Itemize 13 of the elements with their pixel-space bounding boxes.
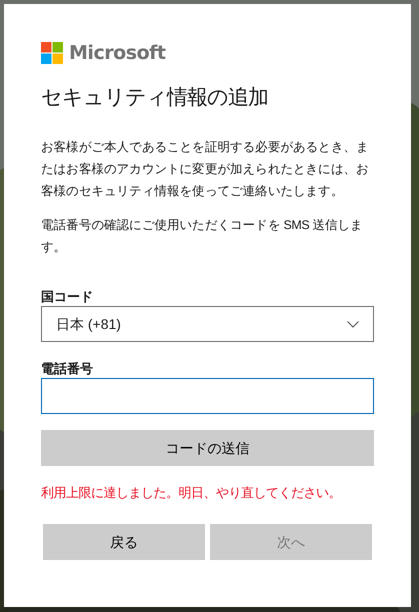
send-code-button[interactable]: コードの送信	[41, 430, 374, 466]
field-label: 電話番号	[41, 360, 94, 378]
country-code-select[interactable]: 日本 (+81)	[41, 306, 374, 342]
sms-notice-text: 電話番号の確認にご使用いただくコードを SMS 送信します。	[41, 217, 364, 256]
back-button[interactable]: 戻る	[43, 524, 205, 560]
brand-name: Microsoft	[69, 40, 166, 66]
error-message: 利用上限に達しました。明日、やり直してください。	[41, 484, 342, 502]
chevron-down-icon	[347, 320, 359, 328]
page-title: セキュリティ情報の追加	[41, 84, 269, 111]
logo-icon	[41, 42, 63, 64]
phone-number-field[interactable]	[41, 378, 374, 414]
description-text: お客様がご本人であることを証明する必要があるとき、またはお客様のアカウントに変更が加えられたときには、お客様のセキュリティ情報を使ってご連絡いたします。	[41, 139, 370, 200]
field-label: 国コード	[41, 288, 94, 306]
